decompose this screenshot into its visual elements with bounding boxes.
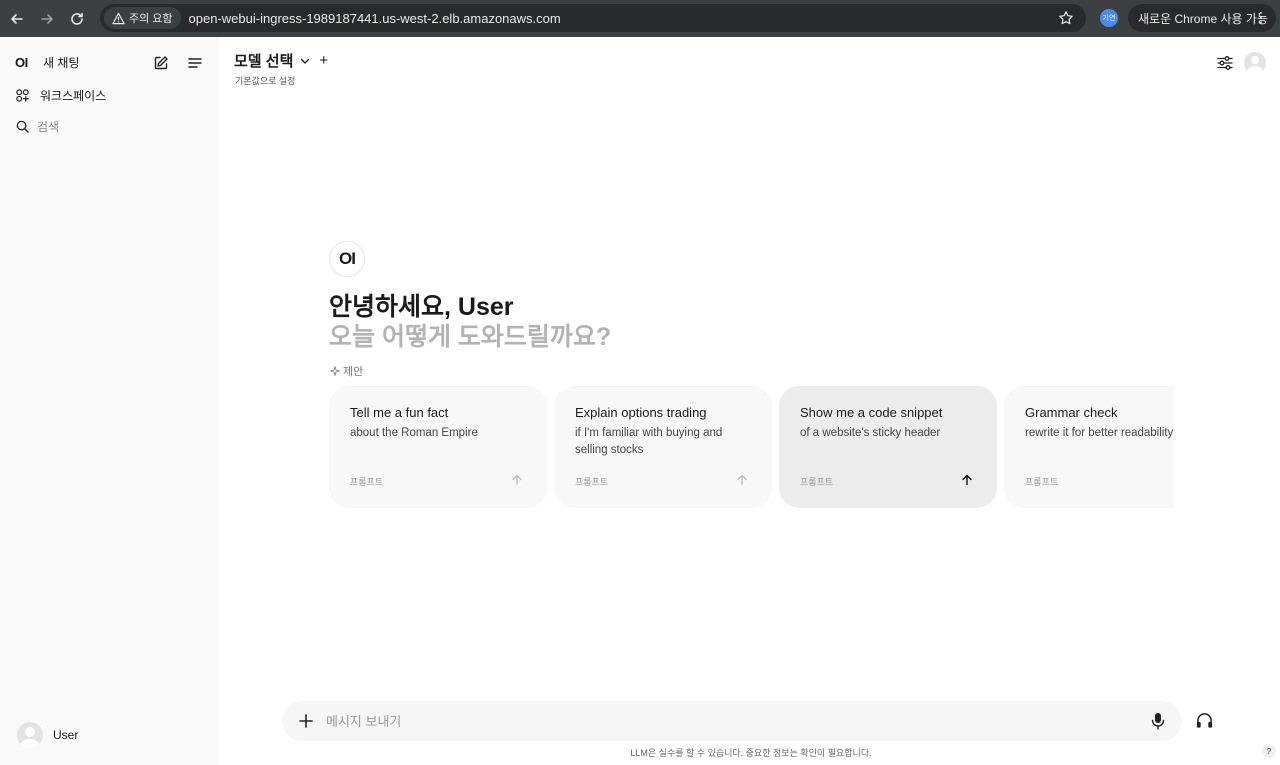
model-logo: OI [329,241,365,277]
sidebar-user-menu[interactable]: User [17,722,78,748]
warning-text: 주의 요함 [129,13,173,25]
new-chat-label: 새 채팅 [43,56,80,70]
browser-toolbar: 주의 요함 open-webui-ingress-1989187441.us-w… [0,0,1280,37]
bookmark-star-icon[interactable] [1058,10,1074,26]
suggestions-heading: 제안 [330,363,363,379]
card-description: if I'm familiar with buying and selling … [575,427,723,456]
suggestion-card[interactable]: Grammar check rewrite it for better read… [1004,386,1174,508]
card-prompt-label: 프롬프트 [800,477,834,487]
security-warning-chip[interactable]: 주의 요함 [104,7,181,29]
back-icon[interactable] [4,6,30,32]
reload-icon[interactable] [64,6,90,32]
arrow-up-icon [512,474,522,486]
arrow-up-icon [737,474,747,486]
card-title: Show me a code snippet [800,405,943,420]
card-prompt-label: 프롬프트 [575,477,609,487]
sidebar: OI 새 채팅 워크스페이스 검색 User [0,37,219,765]
update-label: 새로운 Chrome 사용 가능 [1138,11,1268,26]
card-prompt-label: 프롬프트 [1025,477,1059,487]
greeting-subtitle: 오늘 어떻게 도와드릴까요? [329,323,612,351]
url-text[interactable]: open-webui-ingress-1989187441.us-west-2.… [189,11,561,26]
workspace-label: 워크스페이스 [40,89,107,103]
model-selector[interactable]: 모델 선택 + [234,50,328,71]
chrome-update-button[interactable]: 새로운 Chrome 사용 가능 ⋮ [1128,4,1276,32]
sidebar-new-chat[interactable]: OI 새 채팅 [15,54,79,71]
profile-avatar[interactable]: 기연 [1100,9,1118,27]
address-bar[interactable]: 주의 요함 open-webui-ingress-1989187441.us-w… [100,4,1086,32]
compose-icon [154,56,168,70]
message-input[interactable] [326,711,1126,731]
suggestion-cards: Tell me a fun fact about the Roman Empir… [329,386,1174,508]
suggestion-card[interactable]: Tell me a fun fact about the Roman Empir… [329,386,547,508]
card-title: Grammar check [1025,405,1118,420]
set-default-link[interactable]: 기본값으로 설정 [235,74,295,87]
forward-icon[interactable] [34,6,60,32]
suggestion-card[interactable]: Show me a code snippet of a website's st… [779,386,997,508]
toggle-sidebar-button[interactable] [185,53,205,73]
model-select-label: 모델 선택 [234,53,294,70]
sidebar-item-search[interactable]: 검색 [15,118,59,135]
app-logo: OI [15,55,28,70]
chat-controls-icon[interactable] [1216,54,1234,72]
arrow-up-icon[interactable] [961,474,973,486]
help-button[interactable]: ? [1262,744,1276,758]
message-composer [282,701,1182,741]
card-description: rewrite it for better readability [1025,427,1174,439]
warning-icon [112,12,125,24]
user-avatar [17,722,43,748]
workspace-icon [15,88,30,103]
chevron-down-icon [301,58,310,64]
card-prompt-label: 프롬프트 [350,477,384,487]
menu-lines-icon [188,58,202,68]
suggestions-label: 제안 [343,366,364,378]
headphones-icon[interactable] [1195,711,1214,730]
card-description: of a website's sticky header [800,427,941,439]
microphone-icon[interactable] [1151,712,1165,730]
card-description: about the Roman Empire [350,427,478,439]
header-user-avatar[interactable] [1244,52,1266,74]
more-menu-icon[interactable]: ⋮ [1254,10,1268,24]
suggestion-card[interactable]: Explain options trading if I'm familiar … [554,386,772,508]
add-model-button[interactable]: + [319,52,328,69]
disclaimer-text: LLM은 실수를 할 수 있습니다. 중요한 정보는 확인이 필요합니다. [630,748,872,758]
search-label: 검색 [37,120,60,134]
user-name: User [53,728,79,742]
card-title: Tell me a fun fact [350,405,449,420]
plus-icon[interactable] [297,712,315,730]
card-title: Explain options trading [575,405,707,420]
sparkle-icon [330,366,340,376]
sidebar-item-workspace[interactable]: 워크스페이스 [15,87,106,104]
search-icon [15,119,30,134]
new-chat-button[interactable] [151,53,171,73]
